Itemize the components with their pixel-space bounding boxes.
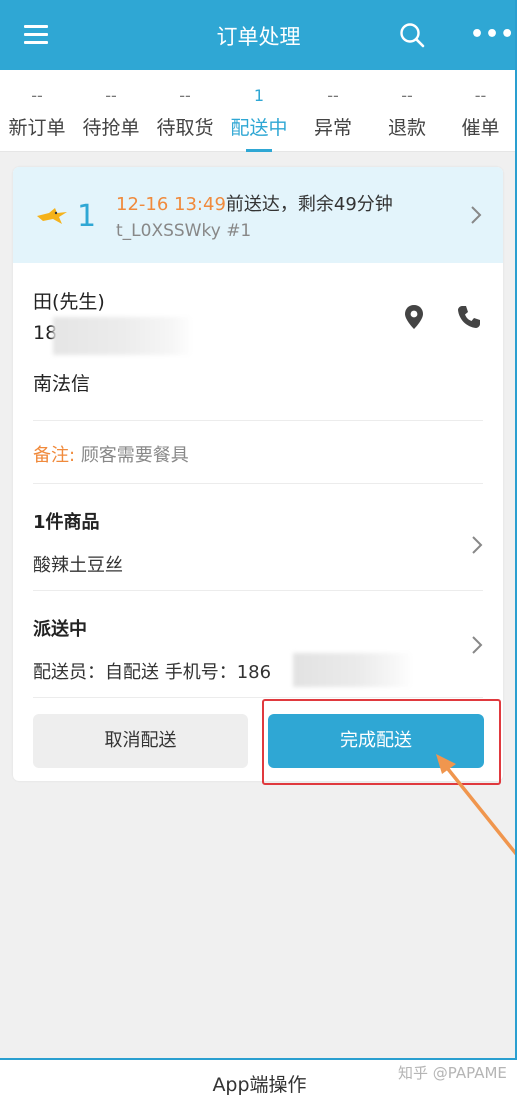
divider — [33, 590, 483, 591]
tab-pickup[interactable]: -- 待取货 — [148, 70, 222, 152]
tab-count: -- — [31, 86, 43, 105]
tab-label: 待抢单 — [82, 117, 140, 139]
order-number: 1 — [77, 199, 97, 234]
tab-count: -- — [474, 86, 487, 105]
tab-new[interactable]: -- 新订单 — [0, 70, 74, 152]
order-remark: 备注: 顾客需要餐具 — [33, 441, 189, 467]
location-pin-icon[interactable] — [403, 304, 425, 330]
tab-grab[interactable]: -- 待抢单 — [74, 70, 148, 152]
remark-label: 备注: — [33, 445, 76, 466]
divider — [33, 697, 483, 698]
more-icon[interactable]: ••• — [470, 24, 514, 46]
bird-icon — [37, 208, 67, 224]
tab-label: 异常 — [313, 117, 352, 139]
cancel-delivery-button[interactable]: 取消配送 — [33, 714, 248, 768]
pointer-arrow-icon — [436, 754, 515, 856]
customer-address: 南法信 — [33, 373, 91, 395]
courier-info: 配送员：自配送 手机号：186 — [33, 662, 272, 683]
divider — [33, 483, 483, 484]
goods-item: 酸辣土豆丝 — [33, 555, 123, 576]
tab-label: 新订单 — [8, 117, 66, 139]
tab-count: -- — [401, 86, 413, 105]
tab-label: 催单 — [461, 117, 500, 139]
chevron-right-icon[interactable] — [470, 635, 484, 655]
tab-count: -- — [327, 86, 339, 105]
order-id: t_L0XSSWky #1 — [116, 221, 252, 241]
delivery-status: 派送中 — [33, 619, 87, 640]
delivery-remaining: 前送达，剩余49分钟 — [225, 194, 393, 215]
delivery-time: 12-16 13:49 — [116, 194, 226, 215]
remark-value: 顾客需要餐具 — [80, 445, 189, 466]
order-tabs: -- 新订单 -- 待抢单 -- 待取货 1 配送中 -- 异常 -- 退款 -… — [0, 70, 515, 152]
goods-count: 1件商品 — [33, 512, 100, 533]
top-bar: 订单处理 ••• — [0, 0, 515, 70]
phone-call-icon[interactable] — [456, 304, 482, 330]
delivery-deadline: 12-16 13:49前送达，剩余49分钟 — [116, 190, 393, 216]
chevron-right-icon — [471, 206, 482, 224]
phone-redaction — [53, 317, 193, 355]
tab-count: -- — [179, 86, 191, 105]
tab-label: 退款 — [387, 117, 426, 139]
tab-reminder[interactable]: -- 催单 — [444, 70, 515, 152]
tab-exception[interactable]: -- 异常 — [296, 70, 370, 152]
customer-name: 田(先生) — [33, 291, 105, 313]
tab-delivering[interactable]: 1 配送中 — [222, 70, 296, 152]
phone-screen: 订单处理 ••• -- 新订单 -- 待抢单 -- 待取货 1 配送中 -- 异… — [0, 0, 517, 1060]
order-card: 1 12-16 13:49前送达，剩余49分钟 t_L0XSSWky #1 田(… — [13, 167, 503, 781]
tab-underline — [246, 149, 272, 152]
search-icon[interactable] — [399, 22, 425, 48]
page-title: 订单处理 — [216, 25, 301, 49]
tab-refund[interactable]: -- 退款 — [370, 70, 444, 152]
phone-redaction — [293, 653, 413, 687]
tab-label: 待取货 — [156, 117, 214, 139]
order-card-header[interactable]: 1 12-16 13:49前送达，剩余49分钟 t_L0XSSWky #1 — [13, 167, 503, 263]
watermark: 知乎 @PAPAME — [398, 1064, 507, 1082]
tab-label: 配送中 — [230, 117, 288, 139]
chevron-right-icon[interactable] — [470, 535, 484, 555]
tab-count: -- — [105, 86, 117, 105]
tab-count: 1 — [253, 86, 265, 105]
divider — [33, 420, 483, 421]
